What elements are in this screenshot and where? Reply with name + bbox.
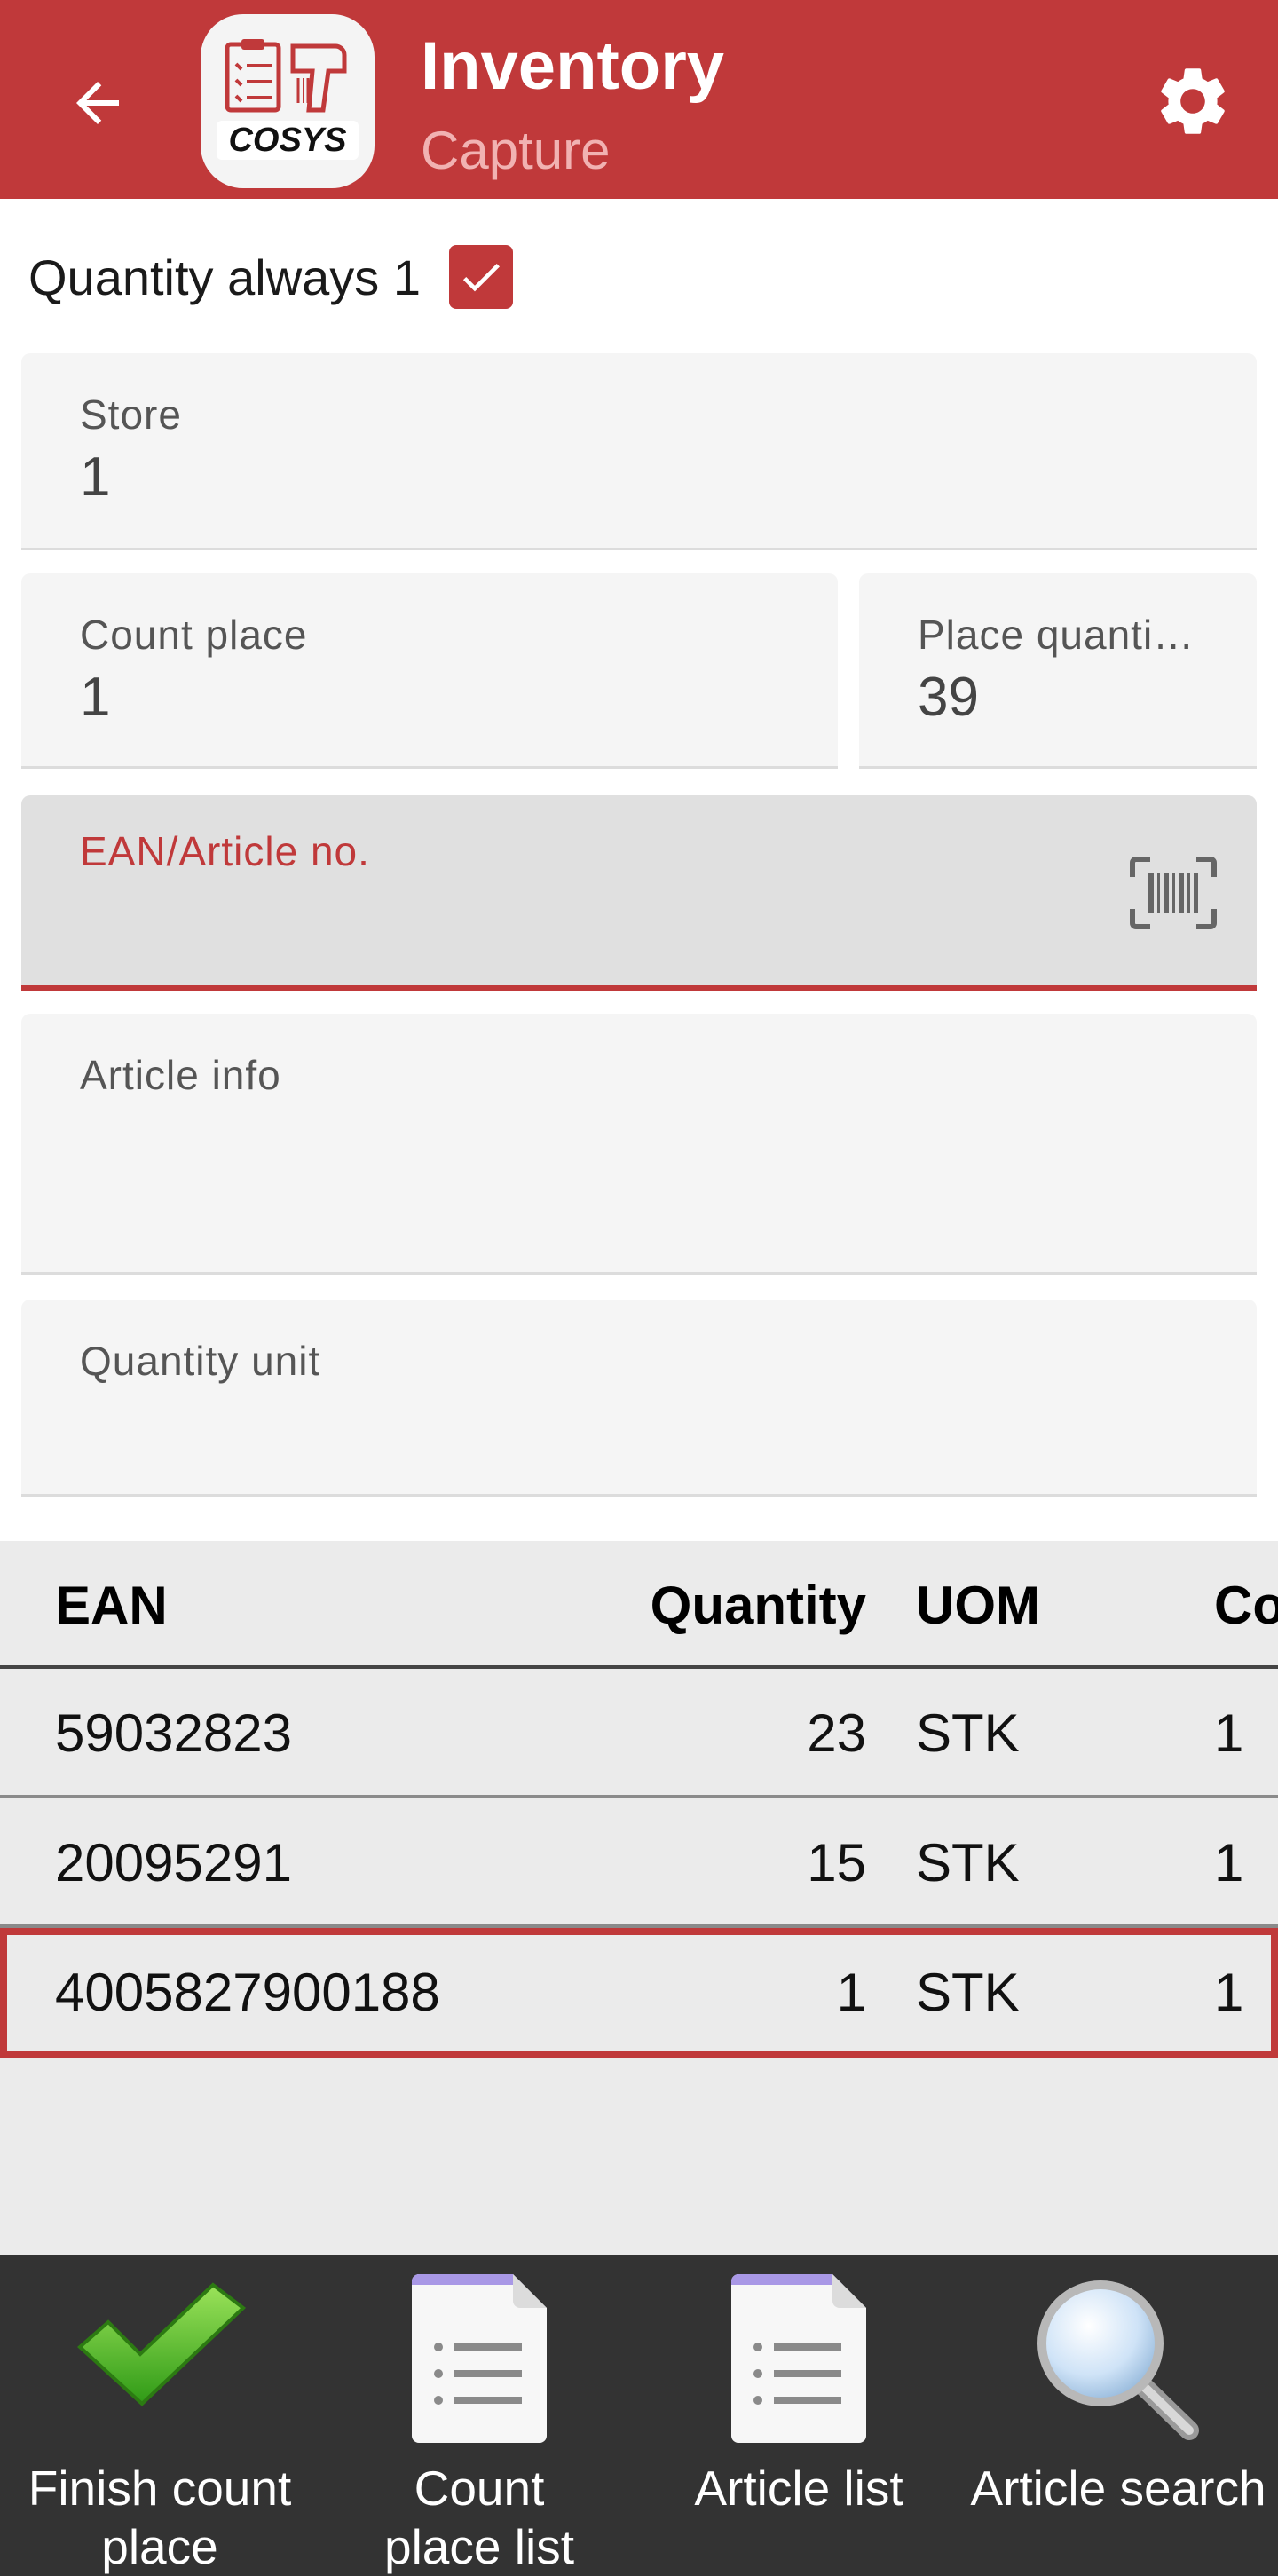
place-quantity-field[interactable]: Place quanti… 39 (859, 573, 1257, 769)
document-list-icon (412, 2274, 547, 2443)
ean-article-input-label: EAN/Article no. (80, 828, 370, 874)
column-header-ean[interactable]: EAN (55, 1575, 168, 1636)
table-header: EAN Quantity UOM Co (0, 1541, 1278, 1669)
quantity-always-one-row: Quantity always 1 (28, 241, 513, 312)
back-button[interactable] (55, 60, 140, 146)
document-list-icon (731, 2274, 866, 2443)
cell-co: 1 (1214, 1703, 1244, 1763)
article-info-field: Article info (21, 1014, 1257, 1275)
barcode-scan-button[interactable] (1125, 850, 1221, 936)
page-subtitle: Capture (421, 121, 611, 180)
cell-uom: STK (916, 1963, 1020, 2022)
cell-quantity: 1 (836, 1963, 866, 2022)
article-search-label: Article search (970, 2461, 1266, 2516)
place-quantity-field-label: Place quanti… (918, 612, 1195, 658)
quantity-always-one-label: Quantity always 1 (28, 249, 421, 305)
cell-ean: 4005827900188 (55, 1963, 440, 2022)
table-row-selected[interactable]: 4005827900188 1 STK 1 (0, 1928, 1278, 2058)
settings-button[interactable] (1148, 57, 1237, 146)
article-search-button[interactable]: Article search (958, 2255, 1278, 2576)
cell-ean: 20095291 (55, 1833, 292, 1892)
cell-uom: STK (916, 1833, 1020, 1892)
cell-co: 1 (1214, 1963, 1244, 2022)
store-field[interactable]: Store 1 (21, 353, 1257, 550)
quantity-unit-field[interactable]: Quantity unit (21, 1300, 1257, 1497)
count-place-field-value: 1 (80, 667, 111, 728)
count-place-list-label: Count place list (384, 2461, 574, 2574)
store-field-label: Store (80, 391, 182, 438)
svg-text:COSYS: COSYS (228, 122, 346, 159)
store-field-value: 1 (80, 446, 111, 508)
column-header-co[interactable]: Co (1214, 1575, 1278, 1636)
checkmark-icon (462, 264, 500, 292)
magnifier-search-icon (1037, 2280, 1199, 2440)
quantity-unit-field-label: Quantity unit (80, 1338, 321, 1384)
quantity-always-one-checkbox[interactable] (448, 245, 513, 309)
cell-quantity: 15 (807, 1833, 866, 1892)
cell-quantity: 23 (807, 1703, 866, 1763)
column-header-quantity[interactable]: Quantity (651, 1575, 866, 1636)
table-row[interactable]: 20095291 15 STK 1 (0, 1798, 1278, 1928)
app-logo: COSYS (201, 14, 375, 188)
count-place-list-button[interactable]: Count place list (320, 2255, 639, 2576)
inventory-scanner-logo-icon: COSYS (217, 39, 359, 160)
green-checkmark-icon (77, 2282, 247, 2406)
table-row[interactable]: 59032823 23 STK 1 (0, 1669, 1278, 1798)
article-info-field-label: Article info (80, 1052, 281, 1098)
finish-count-place-label: Finish count place (28, 2461, 292, 2574)
bottom-action-bar: Finish count place Count place list Arti… (0, 2255, 1278, 2576)
count-place-field[interactable]: Count place 1 (21, 573, 838, 769)
column-header-uom[interactable]: UOM (916, 1575, 1040, 1636)
captured-articles-table: EAN Quantity UOM Co 59032823 23 STK 1 20… (0, 1541, 1278, 2058)
place-quantity-field-value: 39 (918, 667, 979, 728)
article-list-label: Article list (694, 2461, 903, 2516)
count-place-field-label: Count place (80, 612, 308, 658)
article-list-button[interactable]: Article list (639, 2255, 958, 2576)
cell-uom: STK (916, 1703, 1020, 1763)
finish-count-place-button[interactable]: Finish count place (0, 2255, 320, 2576)
cell-ean: 59032823 (55, 1703, 292, 1763)
barcode-scan-icon (1130, 857, 1217, 929)
arrow-left-icon (76, 82, 119, 124)
cell-co: 1 (1214, 1833, 1244, 1892)
gear-icon (1161, 68, 1225, 134)
ean-article-input[interactable]: EAN/Article no. (21, 795, 1257, 991)
app-bar: COSYS Inventory Capture (0, 0, 1278, 199)
page-title: Inventory (421, 28, 725, 104)
